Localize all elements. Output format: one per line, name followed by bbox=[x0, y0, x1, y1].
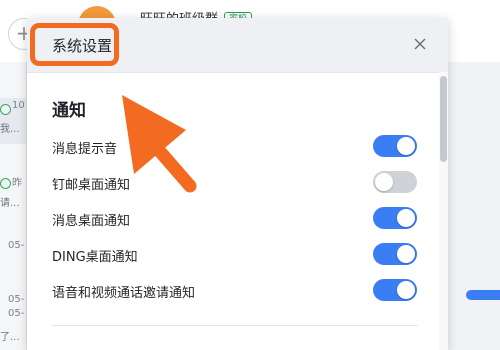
status-dot-icon bbox=[0, 104, 11, 115]
list-item-time: 10: bbox=[12, 100, 26, 111]
section-title-notifications: 通知 bbox=[52, 101, 86, 121]
list-item[interactable]: 05- bbox=[0, 234, 26, 274]
list-item[interactable]: 昨 请... bbox=[0, 170, 26, 216]
toggle-mail-desktop[interactable] bbox=[373, 171, 417, 193]
list-item-time: 05- bbox=[8, 294, 25, 305]
system-settings-dialog: 系统设置 通知 消息提示音 钉邮桌面通知 消息桌面通知 DING桌面通知 语音和… bbox=[27, 18, 448, 350]
toggle-knob bbox=[397, 245, 415, 263]
close-icon[interactable] bbox=[413, 37, 427, 51]
toggle-knob bbox=[397, 209, 415, 227]
status-dot-icon bbox=[0, 178, 11, 189]
list-item-time: 昨 bbox=[12, 178, 22, 189]
setting-label: DING桌面通知 bbox=[52, 250, 138, 265]
list-item-time: 05- bbox=[8, 240, 25, 251]
setting-label: 语音和视频通话邀请通知 bbox=[52, 286, 196, 301]
conversation-list: 10: 我... 昨 请... 05- 05- 05- 了... bbox=[0, 62, 27, 350]
setting-row-message-sound: 消息提示音 bbox=[52, 133, 418, 161]
setting-label: 钉邮桌面通知 bbox=[52, 178, 131, 193]
list-item[interactable]: 10: 我... bbox=[0, 98, 26, 144]
list-item[interactable]: 05- 了... bbox=[0, 308, 26, 350]
title-highlight-box bbox=[30, 23, 119, 66]
chat-area-background bbox=[448, 62, 500, 350]
setting-row-message-desktop: 消息桌面通知 bbox=[52, 205, 418, 233]
list-item-snippet: 我... bbox=[0, 124, 20, 135]
setting-label: 消息提示音 bbox=[52, 142, 118, 157]
send-button[interactable] bbox=[466, 290, 500, 300]
list-item-time: 05- bbox=[8, 308, 25, 319]
toggle-knob bbox=[397, 281, 415, 299]
toggle-call-invite[interactable] bbox=[373, 279, 417, 301]
setting-label: 消息桌面通知 bbox=[52, 214, 131, 229]
toggle-knob bbox=[375, 173, 393, 191]
list-item-snippet: 了... bbox=[0, 332, 20, 343]
toggle-ding-desktop[interactable] bbox=[373, 243, 417, 265]
setting-row-ding-desktop: DING桌面通知 bbox=[52, 241, 418, 269]
setting-row-call-invite: 语音和视频通话邀请通知 bbox=[52, 277, 418, 305]
list-item-snippet: 请... bbox=[0, 198, 20, 209]
section-divider bbox=[52, 325, 418, 326]
toggle-message-desktop[interactable] bbox=[373, 207, 417, 229]
scrollbar-thumb[interactable] bbox=[440, 76, 447, 162]
toggle-message-sound[interactable] bbox=[373, 135, 417, 157]
toggle-knob bbox=[397, 137, 415, 155]
setting-row-mail-desktop: 钉邮桌面通知 bbox=[52, 169, 418, 197]
